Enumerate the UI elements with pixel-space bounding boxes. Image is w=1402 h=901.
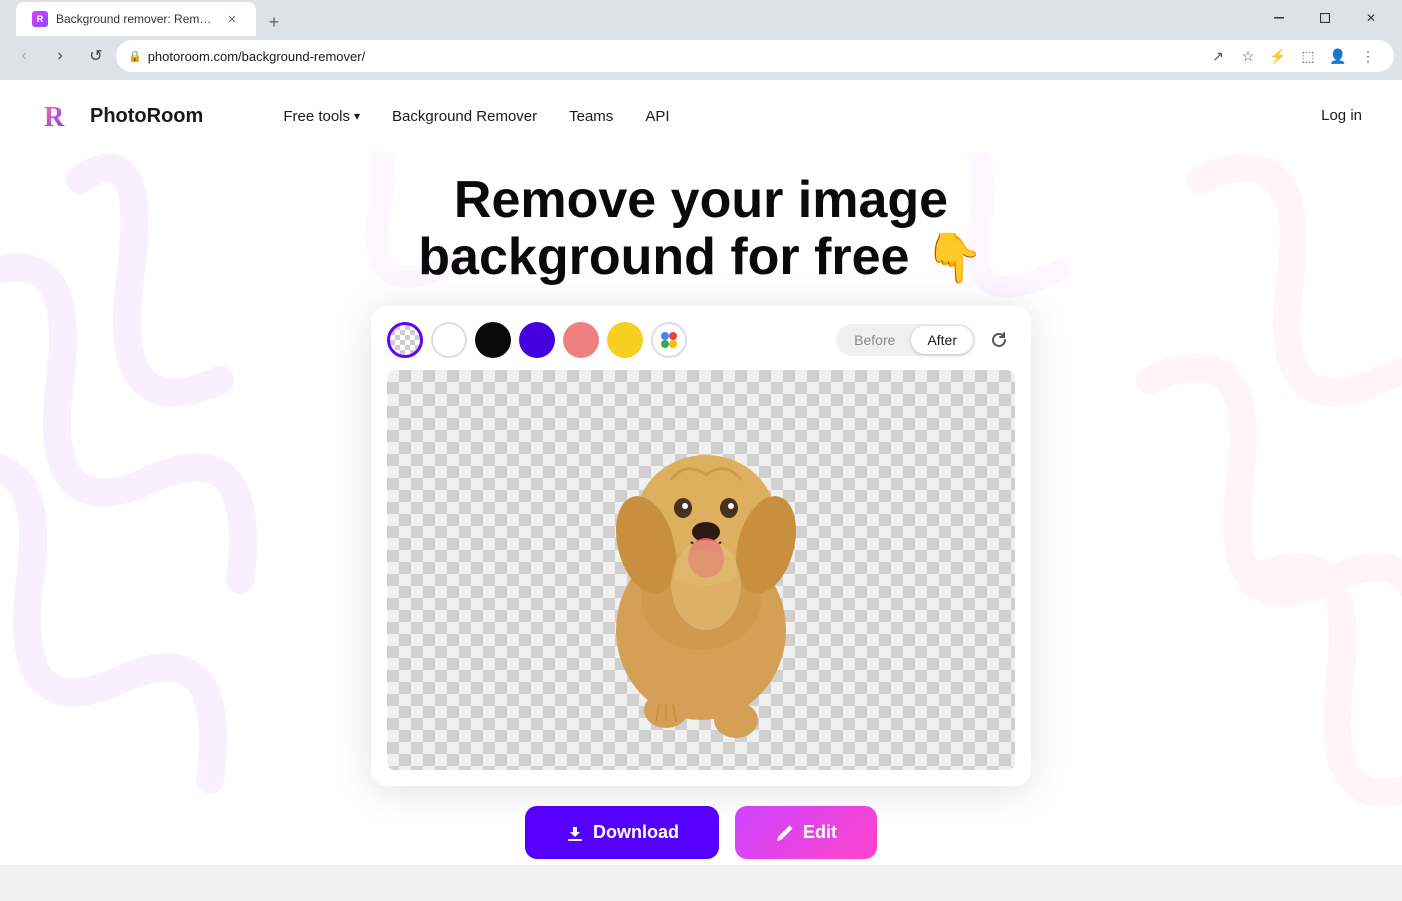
canvas-area — [387, 370, 1015, 770]
edit-button[interactable]: Edit — [735, 806, 877, 859]
url-text: photoroom.com/background-remover/ — [148, 49, 1198, 64]
swatch-pink[interactable] — [563, 322, 599, 358]
editor-card: Before After — [371, 306, 1031, 786]
multicolor-icon — [659, 330, 679, 350]
menu-button[interactable]: ⋮ — [1354, 42, 1382, 70]
split-view-button[interactable]: ⬚ — [1294, 42, 1322, 70]
swatch-transparent[interactable] — [387, 322, 423, 358]
new-tab-button[interactable]: + — [260, 8, 288, 36]
refresh-icon — [990, 331, 1008, 349]
download-icon — [565, 823, 585, 843]
back-button[interactable]: ‹ — [8, 40, 40, 72]
url-bar[interactable]: 🔒 photoroom.com/background-remover/ ↗ ☆ … — [116, 40, 1394, 72]
profile-button[interactable]: 👤 — [1324, 42, 1352, 70]
nav-link-background-remover[interactable]: Background Remover — [392, 108, 537, 125]
nav-actions: Log in — [1321, 107, 1362, 125]
login-button[interactable]: Log in — [1321, 107, 1362, 124]
nav-link-free-tools[interactable]: Free tools ▾ — [283, 108, 360, 125]
after-button[interactable]: After — [911, 326, 973, 354]
tab-favicon: R — [32, 11, 48, 27]
svg-text:R: R — [44, 102, 65, 133]
refresh-button[interactable]: ↺ — [80, 40, 112, 72]
swatch-purple[interactable] — [519, 322, 555, 358]
swatches-row: Before After — [387, 322, 1015, 358]
swatch-black[interactable] — [475, 322, 511, 358]
dog-image — [561, 400, 841, 740]
edit-icon — [775, 823, 795, 843]
minimize-button[interactable] — [1256, 3, 1302, 33]
navigation: R PhotoRoom Free tools ▾ Background Remo… — [0, 80, 1402, 152]
hand-pointer-icon: 👇 — [924, 233, 984, 286]
nav-link-teams[interactable]: Teams — [569, 108, 613, 125]
logo-text: PhotoRoom — [90, 105, 203, 128]
logo-icon: R — [40, 96, 80, 136]
page-content: R PhotoRoom Free tools ▾ Background Remo… — [0, 80, 1402, 865]
refresh-result-button[interactable] — [983, 324, 1015, 356]
hero-title: Remove your image background for free 👇 — [418, 172, 983, 286]
swatch-yellow[interactable] — [607, 322, 643, 358]
browser-tab[interactable]: R Background remover: Remove yo ✕ — [16, 2, 256, 36]
maximize-button[interactable] — [1302, 3, 1348, 33]
tab-close-button[interactable]: ✕ — [224, 11, 240, 27]
tab-title: Background remover: Remove yo — [56, 12, 216, 26]
logo-link[interactable]: R PhotoRoom — [40, 96, 203, 136]
hero-section: Remove your image background for free 👇 — [0, 152, 1402, 859]
nav-link-api[interactable]: API — [645, 108, 669, 125]
swatch-multicolor[interactable] — [651, 322, 687, 358]
forward-button[interactable]: › — [44, 40, 76, 72]
extension-button[interactable]: ⚡ — [1264, 42, 1292, 70]
swatch-white[interactable] — [431, 322, 467, 358]
bookmark-button[interactable]: ☆ — [1234, 42, 1262, 70]
before-button[interactable]: Before — [838, 326, 911, 354]
nav-links: Free tools ▾ Background Remover Teams AP… — [283, 108, 669, 125]
download-button[interactable]: Download — [525, 806, 719, 859]
action-buttons: Download Edit — [525, 806, 877, 859]
security-icon: 🔒 — [128, 50, 142, 63]
close-button[interactable]: ✕ — [1348, 3, 1394, 33]
share-button[interactable]: ↗ — [1204, 42, 1232, 70]
before-after-toggle: Before After — [836, 324, 975, 356]
chevron-down-icon: ▾ — [354, 109, 360, 123]
